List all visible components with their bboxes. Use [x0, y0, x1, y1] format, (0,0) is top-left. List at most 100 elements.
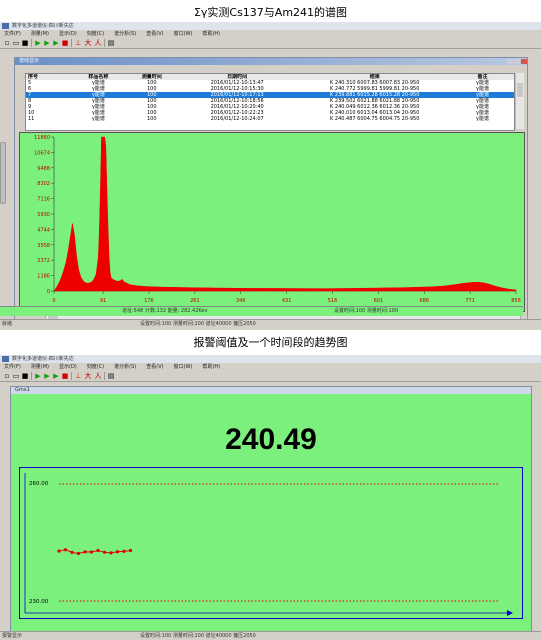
- step-icon[interactable]: ▶: [43, 372, 51, 380]
- continue-icon[interactable]: ▶: [52, 372, 60, 380]
- x-tick-label: 601: [374, 298, 384, 304]
- table-cell: 100: [146, 116, 157, 122]
- y-tick-label: 9488: [37, 166, 50, 172]
- clear-icon[interactable]: ⊥: [74, 39, 82, 47]
- table-scrollbar[interactable]: [515, 73, 524, 129]
- minimize-button[interactable]: [507, 59, 513, 64]
- continue-icon[interactable]: ▶: [52, 39, 60, 47]
- y-tick-label: 10674: [34, 150, 50, 156]
- x-tick-label: 0: [52, 298, 55, 304]
- app2-icon: [2, 356, 9, 362]
- zoom-out-icon[interactable]: 人: [94, 372, 102, 380]
- zoom-in-icon[interactable]: 大: [84, 39, 92, 47]
- x-tick-label: 771: [465, 298, 475, 304]
- spectrum-svg: 0 1186 2372 3558 4744 5930 7116 8302 9488 10674 11…: [34, 135, 521, 304]
- trend-point: [115, 550, 120, 554]
- menu-item-1[interactable]: 测量(M): [31, 364, 49, 370]
- play-icon[interactable]: ▶: [34, 372, 42, 380]
- menu-item-3[interactable]: 刻度(C): [87, 364, 104, 370]
- stop-icon[interactable]: ■: [61, 372, 69, 380]
- save-icon[interactable]: ■: [21, 39, 29, 47]
- trend-point: [128, 548, 133, 553]
- x-tick-label: 261: [190, 298, 200, 304]
- x-tick-label: 346: [236, 298, 246, 304]
- app-icon: [2, 23, 9, 29]
- menu-item-1[interactable]: 测量(M): [31, 31, 49, 37]
- zoom-in-icon[interactable]: 大: [84, 372, 92, 380]
- open-file-icon[interactable]: ▭: [12, 372, 20, 380]
- y-tick-label: 3558: [37, 243, 50, 249]
- print-icon[interactable]: ▤: [107, 39, 115, 47]
- status-alarm: 报警显示: [2, 633, 23, 639]
- menu-item-7[interactable]: 帮助(H): [202, 31, 220, 37]
- spectrum-status-right: 设置时间:100 测量时间:100: [334, 308, 399, 314]
- status-ready: 就绪: [2, 321, 13, 327]
- menu-item-0[interactable]: 文件(F): [4, 364, 21, 370]
- result-table: 序号 样品名称 测量时间 日期时间 结果 备注 5 γ能谱 100 2016/01/12-10:…: [25, 73, 515, 131]
- maximize-button[interactable]: [514, 59, 520, 64]
- y-tick-label: 1186: [37, 274, 50, 280]
- x-tick-label: 176: [144, 298, 154, 304]
- print-icon[interactable]: ▤: [107, 372, 115, 380]
- open-file-icon[interactable]: ▭: [12, 39, 20, 47]
- spectrum-chart: 0 1186 2372 3558 4744 5930 7116 8302 9488 10674 11…: [19, 132, 525, 312]
- x-tick-label: 516: [328, 298, 338, 304]
- menu-item-7[interactable]: 帮助(H): [202, 364, 220, 370]
- zoom-out-icon[interactable]: 人: [94, 39, 102, 47]
- step-icon[interactable]: ▶: [43, 39, 51, 47]
- y-tick-label: 5930: [37, 212, 50, 218]
- x-tick-label: 856: [511, 298, 521, 304]
- trend-frame: [19, 467, 523, 619]
- x-tick-label: 431: [282, 298, 292, 304]
- trend-point: [83, 550, 87, 554]
- table-cell: 11: [28, 116, 35, 122]
- y-tick-label: 2372: [37, 258, 50, 264]
- new-file-icon[interactable]: ▫: [3, 372, 11, 380]
- status-settings-2: 设置时间:100 测量时间:100 道址40000 偏压2050: [140, 633, 256, 639]
- current-value: 240.49: [225, 423, 317, 456]
- trend-point: [109, 551, 113, 555]
- menu-item-2[interactable]: 显示(D): [59, 364, 77, 370]
- y-tick-label: 4744: [37, 227, 50, 233]
- side-handle[interactable]: [0, 142, 6, 204]
- toolbar-2: ▫ ▭ ■ ▶ ▶ ▶ ■ ⊥ 大 人 ▤: [0, 371, 541, 382]
- trend-window: Gmx1 240.49 260.00 230.00: [10, 386, 532, 632]
- spectrum-window: 谱线显示 序号 样品名称 测量时间 日期时间 结果 备注 5 γ能谱 100 2016/01/1…: [14, 57, 528, 321]
- app-status-bar: 就绪 设置时间:100 测量时间:100 道址40000 偏压2050: [0, 319, 541, 330]
- app-window-spectrum: 数字化多道谱仪-四川新先达 文件(F) 测量(M) 显示(D) 刻度(C) 谱分析(S)…: [0, 22, 541, 330]
- menu-item-0[interactable]: 文件(F): [4, 31, 21, 37]
- clear-icon[interactable]: ⊥: [74, 372, 82, 380]
- spectrum-area: [53, 136, 517, 292]
- menu-item-3[interactable]: 刻度(C): [87, 31, 104, 37]
- x-tick-label: 91: [100, 298, 106, 304]
- close-button[interactable]: [521, 59, 527, 64]
- trend-point: [89, 550, 94, 554]
- y-tick-label: 0: [47, 289, 50, 295]
- menu-item-5[interactable]: 查看(V): [146, 364, 163, 370]
- spectrum-status-left: 道址:548 计数:132 能量: 282.42Kev: [122, 308, 208, 314]
- menu-item-4[interactable]: 谱分析(S): [114, 364, 136, 370]
- table-row[interactable]: 11 γ能谱 100 2016/01/12-10:24:07 K 240.487 600…: [26, 116, 514, 122]
- trend-window-title: Gmx1: [11, 387, 531, 394]
- menu-bar: 文件(F) 测量(M) 显示(D) 刻度(C) 谱分析(S) 查看(V) 窗口(W) 帮助(H…: [0, 30, 541, 38]
- trend-point: [70, 550, 74, 554]
- x-tick-label: 686: [419, 298, 429, 304]
- menu-item-2[interactable]: 显示(D): [59, 31, 77, 37]
- menu-item-6[interactable]: 窗口(W): [174, 364, 193, 370]
- spectrum-window-title: 谱线显示: [15, 58, 527, 65]
- trend-chart: 260.00 230.00: [19, 467, 523, 619]
- table-cell: γ能谱: [476, 116, 489, 122]
- play-icon[interactable]: ▶: [34, 39, 42, 47]
- x-axis-arrow-icon: [507, 610, 513, 616]
- menu-item-6[interactable]: 窗口(W): [174, 31, 193, 37]
- table-cell: K 240.487 6004.75 6004.75 20-950: [330, 116, 420, 122]
- menu-item-5[interactable]: 查看(V): [146, 31, 163, 37]
- y-tick-label: 8302: [37, 181, 50, 187]
- save-icon[interactable]: ■: [21, 372, 29, 380]
- stop-icon[interactable]: ■: [61, 39, 69, 47]
- new-file-icon[interactable]: ▫: [3, 39, 11, 47]
- spectrum-status-bar: 道址:548 计数:132 能量: 282.42Kev 设置时间:100 测量时…: [0, 306, 523, 316]
- app2-status-bar: 报警显示 设置时间:100 测量时间:100 道址40000 偏压2050: [0, 631, 541, 640]
- app2-title: 数字化多道谱仪-四川新先达: [0, 355, 541, 363]
- menu-item-4[interactable]: 谱分析(S): [114, 31, 136, 37]
